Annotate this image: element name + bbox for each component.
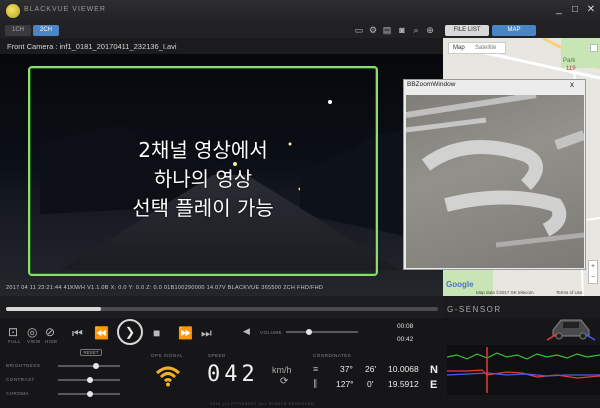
print-icon[interactable]: ▤ — [382, 25, 392, 35]
zoom-window-title: BBZoomWindow — [407, 81, 456, 88]
latitude-degrees: 37° — [340, 364, 353, 374]
stop-icon[interactable]: ■ — [153, 326, 160, 340]
current-time: 00:08 — [397, 323, 414, 330]
zoom-icon[interactable]: ⊕ — [425, 25, 435, 35]
volume-slider[interactable] — [286, 331, 358, 333]
overlay-line: 하나의 영상 — [153, 167, 253, 191]
map-label-119: 119 — [566, 66, 576, 72]
map-terms-link[interactable]: Terms of Use — [556, 290, 583, 295]
chroma-label: CHROMA — [6, 391, 29, 396]
longitude-icon: ∥ — [313, 378, 318, 388]
overlay-line: 2채널 영상에서 — [138, 138, 268, 162]
contrast-label: CONTRAST — [6, 377, 35, 382]
wifi-signal-icon — [155, 366, 181, 387]
zoom-image — [406, 95, 584, 268]
brightness-label: BRIGHTNESS — [6, 363, 41, 368]
map-type-satellite[interactable]: Satellite — [475, 45, 496, 51]
gps-signal-label: GPS SIGNAL — [151, 353, 184, 358]
camera-filename: Front Camera : inf1_0181_20170411_232136… — [7, 42, 177, 51]
map-type-map[interactable]: Map — [453, 45, 465, 51]
mode-label: VIEW — [27, 339, 41, 344]
close-button[interactable]: ✕ — [584, 3, 598, 17]
seek-progress — [6, 307, 102, 311]
camera-icon[interactable]: ◙ — [397, 25, 407, 35]
hide-icon[interactable]: ⊘ — [45, 325, 55, 339]
speaker-icon[interactable]: ◀ — [243, 326, 250, 337]
gear-icon[interactable]: ⚙ — [368, 25, 378, 35]
map-copyright: Map data ©2017 SK telecom — [476, 290, 534, 295]
maximize-button[interactable]: □ — [568, 3, 582, 17]
speed-unit: km/h — [272, 365, 292, 375]
total-time: 00:42 — [397, 336, 414, 343]
tab-file-list[interactable]: FILE LIST — [445, 25, 489, 36]
next-file-icon[interactable]: ⏭ — [201, 326, 212, 341]
map-zoom-control[interactable]: + − — [588, 260, 598, 284]
map-type-control[interactable]: Map Satellite — [448, 42, 506, 54]
view-icon[interactable]: ◎ — [27, 325, 37, 339]
search-icon[interactable]: ⌕ — [411, 25, 421, 35]
full-view-icon[interactable]: ⊡ — [8, 325, 18, 339]
latitude-seconds: 10.0068 — [388, 364, 419, 374]
mode-label: HIDE — [45, 339, 58, 344]
fullscreen-icon[interactable] — [590, 44, 598, 52]
volume-knob[interactable] — [306, 329, 313, 335]
minimize-button[interactable]: _ — [552, 3, 566, 17]
mode-label: FULL — [8, 339, 22, 344]
longitude-degrees: 127° — [336, 379, 354, 389]
longitude-seconds: 19.5912 — [388, 379, 419, 389]
footer-copyright: 2016 (C) PITTASOFT ALL RIGHTS RESERVED — [210, 401, 315, 406]
channel-2-button[interactable]: 2CH — [33, 25, 59, 36]
overlay-line: 선택 플레이 가능 — [132, 196, 274, 220]
reset-button[interactable]: RESET — [80, 349, 102, 356]
zoom-window-close-button[interactable]: x — [570, 80, 574, 89]
map-label-park: Park — [563, 58, 576, 64]
longitude-direction: E — [430, 379, 438, 391]
google-logo: Google — [446, 280, 474, 289]
channel-1-button[interactable]: 1CH — [5, 25, 31, 36]
speed-value: 042 — [207, 362, 259, 387]
rewind-icon[interactable]: ⏪ — [94, 326, 109, 340]
app-title: BLACKVUE VIEWER — [24, 6, 106, 13]
car-orientation-icon — [546, 319, 596, 341]
gsensor-label: G-SENSOR — [447, 305, 502, 314]
gsensor-graph — [446, 345, 600, 395]
tab-map[interactable]: MAP — [492, 25, 536, 36]
speed-label: SPEED — [208, 353, 226, 358]
previous-file-icon[interactable]: ⏮ — [72, 326, 83, 341]
forward-icon[interactable]: ⏩ — [178, 326, 193, 340]
brightness-slider[interactable] — [58, 365, 120, 367]
refresh-icon[interactable]: ⟳ — [280, 376, 288, 387]
app-logo — [6, 4, 20, 18]
latitude-icon: ≡ — [313, 364, 319, 374]
overlay-caption: 2채널 영상에서 하나의 영상 선택 플레이 가능 — [28, 136, 378, 223]
latitude-direction: N — [430, 364, 438, 376]
folder-icon[interactable]: ▭ — [354, 25, 364, 35]
volume-label: VOLUME — [260, 330, 283, 335]
play-button[interactable]: ❯ — [117, 319, 143, 345]
video-osd-text: 2017 04 11 23:21:44 41KM/H V1.1.0B X: 0.… — [6, 285, 324, 291]
latitude-minutes: 26' — [365, 364, 377, 374]
longitude-minutes: 0' — [367, 379, 374, 389]
coordinates-label: COORDINATES — [313, 353, 352, 358]
